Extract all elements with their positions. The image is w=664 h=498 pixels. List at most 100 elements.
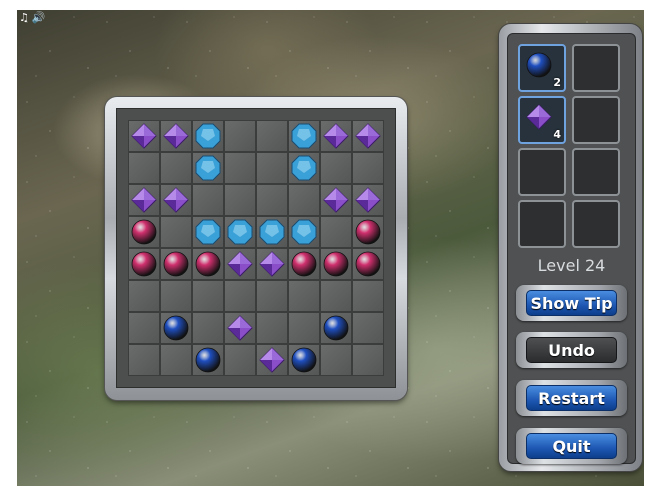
inventory-slot[interactable] — [518, 148, 566, 196]
board-cell[interactable] — [256, 344, 288, 376]
board-cell[interactable] — [256, 312, 288, 344]
purple-gem-icon — [259, 347, 285, 373]
undo-button[interactable]: Undo — [516, 332, 627, 368]
quit-button[interactable]: Quit — [516, 428, 627, 464]
purple-gem-icon — [163, 187, 189, 213]
purple-gem-icon — [355, 187, 381, 213]
purple-gem-icon — [323, 187, 349, 213]
board-cell[interactable] — [256, 152, 288, 184]
board-cell[interactable] — [352, 280, 384, 312]
purple-gem-icon — [323, 123, 349, 149]
inventory-slot[interactable] — [572, 148, 620, 196]
board-cell[interactable] — [320, 216, 352, 248]
board-cell[interactable] — [128, 184, 160, 216]
board-cell[interactable] — [192, 280, 224, 312]
board-grid — [128, 120, 384, 376]
board-cell[interactable] — [160, 280, 192, 312]
board-cell[interactable] — [320, 184, 352, 216]
board-cell[interactable] — [128, 216, 160, 248]
board-cell[interactable] — [224, 216, 256, 248]
board-cell[interactable] — [352, 344, 384, 376]
board-cell[interactable] — [320, 248, 352, 280]
cyan-gem-icon — [291, 123, 317, 149]
board-cell[interactable] — [288, 248, 320, 280]
cyan-gem-icon — [291, 155, 317, 181]
board-cell[interactable] — [160, 344, 192, 376]
blue-gem-icon — [163, 315, 189, 341]
board-cell[interactable] — [288, 184, 320, 216]
game-window: ♫ 🔊 2 4 Level 24 Show Tip Undo Restart Q… — [17, 10, 644, 486]
board-cell[interactable] — [224, 248, 256, 280]
board-cell[interactable] — [352, 152, 384, 184]
cyan-gem-icon — [227, 219, 253, 245]
board-cell[interactable] — [224, 152, 256, 184]
purple-gem-icon — [259, 251, 285, 277]
board-cell[interactable] — [192, 120, 224, 152]
pink-gem-icon — [195, 251, 221, 277]
board-cell[interactable] — [128, 280, 160, 312]
board-cell[interactable] — [160, 248, 192, 280]
board-cell[interactable] — [320, 280, 352, 312]
board-cell[interactable] — [256, 280, 288, 312]
board-cell[interactable] — [224, 280, 256, 312]
show-tip-button[interactable]: Show Tip — [516, 285, 627, 321]
pink-gem-icon — [131, 251, 157, 277]
board-cell[interactable] — [320, 120, 352, 152]
board-cell[interactable] — [192, 184, 224, 216]
board-cell[interactable] — [160, 184, 192, 216]
board-cell[interactable] — [352, 184, 384, 216]
inventory-slot[interactable]: 2 — [518, 44, 566, 92]
inventory-slot[interactable] — [572, 200, 620, 248]
blue-gem-icon — [323, 315, 349, 341]
board-cell[interactable] — [160, 152, 192, 184]
board-cell[interactable] — [128, 312, 160, 344]
board-cell[interactable] — [288, 152, 320, 184]
restart-button[interactable]: Restart — [516, 380, 627, 416]
board-cell[interactable] — [288, 344, 320, 376]
board-cell[interactable] — [352, 248, 384, 280]
board-cell[interactable] — [160, 120, 192, 152]
purple-gem-icon — [526, 104, 552, 130]
board-cell[interactable] — [128, 344, 160, 376]
board-cell[interactable] — [288, 312, 320, 344]
board-cell[interactable] — [256, 120, 288, 152]
board-cell[interactable] — [192, 344, 224, 376]
board-cell[interactable] — [288, 280, 320, 312]
inventory-slot[interactable] — [518, 200, 566, 248]
pink-gem-icon — [131, 219, 157, 245]
board-cell[interactable] — [224, 120, 256, 152]
sound-controls: ♫ 🔊 — [19, 12, 46, 23]
board-cell[interactable] — [224, 312, 256, 344]
board-cell[interactable] — [288, 120, 320, 152]
blue-gem-icon — [195, 347, 221, 373]
board-cell[interactable] — [128, 152, 160, 184]
purple-gem-icon — [131, 187, 157, 213]
music-icon[interactable]: ♫ — [19, 12, 29, 23]
board-cell[interactable] — [160, 312, 192, 344]
board-cell[interactable] — [128, 120, 160, 152]
inventory-slot[interactable] — [572, 96, 620, 144]
cyan-gem-icon — [195, 219, 221, 245]
board-cell[interactable] — [128, 248, 160, 280]
pink-gem-icon — [323, 251, 349, 277]
board-cell[interactable] — [256, 184, 288, 216]
board-cell[interactable] — [256, 216, 288, 248]
board-cell[interactable] — [352, 120, 384, 152]
board-cell[interactable] — [352, 216, 384, 248]
inventory-slot[interactable] — [572, 44, 620, 92]
board-cell[interactable] — [352, 312, 384, 344]
board-cell[interactable] — [192, 152, 224, 184]
board-cell[interactable] — [224, 344, 256, 376]
board-cell[interactable] — [192, 216, 224, 248]
board-cell[interactable] — [160, 216, 192, 248]
speaker-icon[interactable]: 🔊 — [32, 12, 46, 23]
board-cell[interactable] — [192, 312, 224, 344]
board-cell[interactable] — [288, 216, 320, 248]
board-cell[interactable] — [320, 152, 352, 184]
board-cell[interactable] — [320, 344, 352, 376]
board-cell[interactable] — [192, 248, 224, 280]
board-cell[interactable] — [256, 248, 288, 280]
inventory-slot[interactable]: 4 — [518, 96, 566, 144]
board-cell[interactable] — [224, 184, 256, 216]
board-cell[interactable] — [320, 312, 352, 344]
